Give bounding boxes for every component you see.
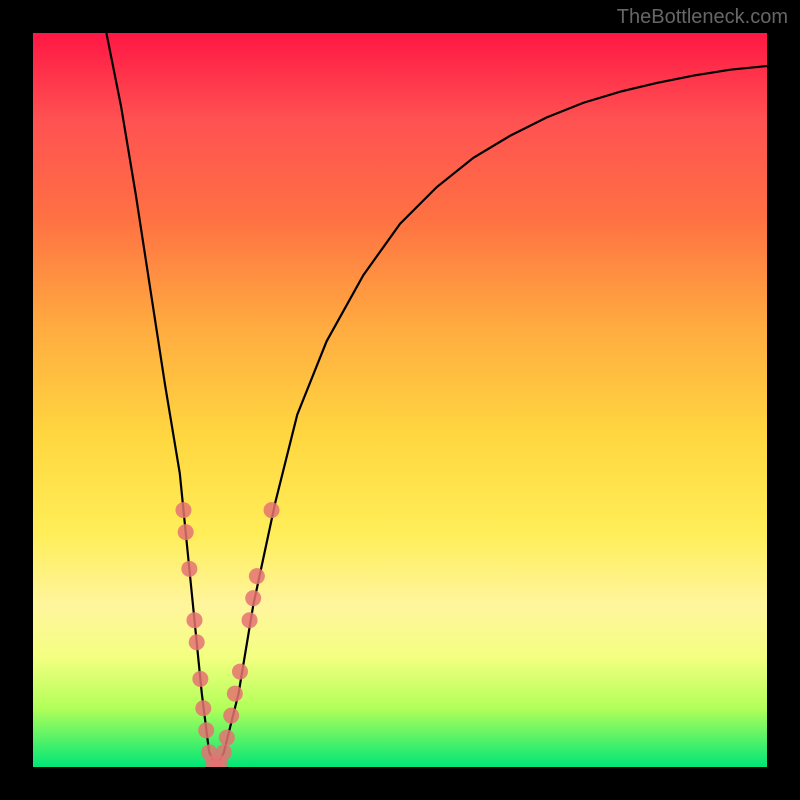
bottleneck-curve-line [106,33,767,767]
marker-point [232,664,248,680]
watermark-text: TheBottleneck.com [617,6,788,29]
plot-area [33,33,767,767]
marker-point [189,634,205,650]
marker-point [186,612,202,628]
marker-point [264,502,280,518]
sample-markers [175,502,279,767]
marker-point [181,561,197,577]
marker-point [245,590,261,606]
chart-svg [33,33,767,767]
marker-point [242,612,258,628]
marker-point [175,502,191,518]
marker-point [192,671,208,687]
marker-point [216,744,232,760]
marker-point [223,708,239,724]
marker-point [249,568,265,584]
marker-point [198,722,214,738]
marker-point [219,730,235,746]
chart-container: TheBottleneck.com [0,0,800,800]
marker-point [195,700,211,716]
marker-point [178,524,194,540]
marker-point [227,686,243,702]
